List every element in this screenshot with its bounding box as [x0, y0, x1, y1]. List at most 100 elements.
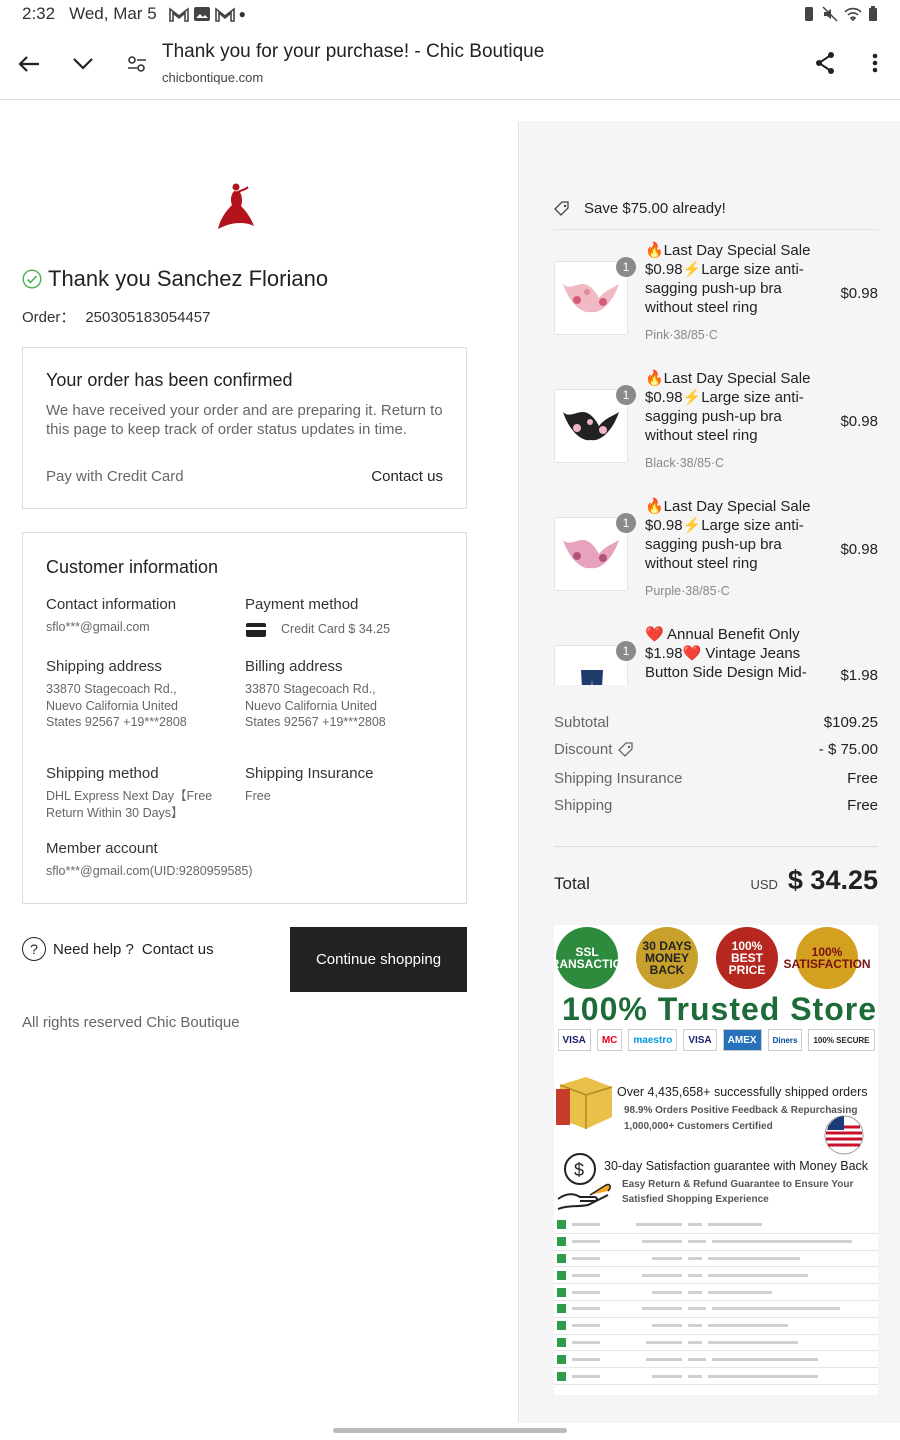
insurance-label: Shipping Insurance	[554, 770, 683, 787]
money-back-seal-icon: 30 DAYS MONEY BACK	[636, 927, 698, 989]
tag-icon	[554, 200, 569, 216]
product-price: $0.98	[840, 285, 878, 302]
check-circle-icon	[22, 269, 42, 289]
insurance-row: Shipping Insurance Free	[554, 770, 878, 787]
tag-icon	[618, 741, 634, 757]
product-variant: Black·38/85·C	[645, 456, 725, 470]
product-title: 🔥Last Day Special Sale $0.98⚡Large size …	[645, 498, 811, 572]
date: Wed, Mar 5	[69, 4, 157, 23]
customer-info-card: Customer information Contact information…	[22, 532, 467, 904]
share-button[interactable]	[798, 36, 852, 90]
order-ledger-image	[554, 1217, 878, 1385]
gesture-handle[interactable]	[333, 1428, 567, 1433]
continue-shopping-button[interactable]: Continue shopping	[290, 927, 467, 992]
refund-text: Easy Return & Refund Guarantee to Ensure…	[622, 1179, 854, 1190]
vibrate-icon	[805, 7, 813, 21]
battery-icon	[869, 6, 877, 21]
product-title: 🔥Last Day Special Sale $0.98⚡Large size …	[645, 370, 811, 444]
cart-item[interactable]: 1 🔥Last Day Special Sale $0.98⚡Large siz…	[554, 497, 878, 607]
need-help-text: Need help ?	[53, 940, 134, 958]
secure-icon: 100% SECURE	[808, 1029, 875, 1051]
notification-icons: ●	[168, 6, 246, 22]
shipping-address: Shipping address 33870 Stagecoach Rd., N…	[46, 658, 236, 731]
system-icons	[802, 6, 878, 22]
product-price: $0.98	[840, 541, 878, 558]
product-title: 🔥Last Day Special Sale $0.98⚡Large size …	[645, 242, 811, 316]
discount-value: - $ 75.00	[818, 741, 878, 758]
divider	[554, 229, 878, 230]
site-settings-button[interactable]	[110, 37, 164, 91]
shipping-label: Shipping	[554, 797, 613, 814]
pay-with-text: Pay with Credit Card	[46, 468, 184, 485]
ledger-row	[554, 1318, 878, 1335]
member-account-label: Member account	[46, 840, 158, 857]
shipping-insurance-value: Free	[245, 789, 271, 803]
subtotal-value: $109.25	[823, 714, 878, 731]
cart-item[interactable]: 1 🔥Last Day Special Sale $0.98⚡Large siz…	[554, 241, 878, 351]
visa-icon: VISA	[683, 1029, 717, 1051]
confirmed-body: We have received your order and are prep…	[46, 402, 443, 438]
dancer-logo-icon	[218, 183, 254, 229]
photo-icon	[193, 7, 210, 21]
mastercard-icon: MC	[596, 1029, 623, 1051]
discount-label: Discount	[554, 741, 613, 758]
subtotal-label: Subtotal	[554, 714, 610, 731]
order-value: 250305183054457	[85, 309, 211, 326]
thanks-heading: Thank you Sanchez Floriano	[22, 266, 328, 292]
total-label: Total	[554, 874, 590, 893]
clock: 2:32	[22, 4, 56, 23]
customer-info-title: Customer information	[46, 557, 219, 577]
page-title: Thank you for your purchase! - Chic Bout…	[162, 41, 545, 62]
visa-icon: VISA	[557, 1029, 591, 1051]
ledger-row	[554, 1251, 878, 1268]
quantity-badge: 1	[616, 257, 636, 277]
maestro-icon: maestro	[628, 1029, 678, 1051]
more-options-button[interactable]	[848, 36, 900, 90]
shipping-value: Free	[847, 797, 878, 814]
wifi-icon	[844, 7, 862, 22]
cart-item[interactable]: 1 🔥Last Day Special Sale $0.98⚡Large siz…	[554, 369, 878, 479]
help-contact-link[interactable]: Contact us	[142, 941, 214, 958]
shipping-address-label: Shipping address	[46, 658, 162, 675]
help-row: ? Need help ? Contact us	[22, 937, 214, 961]
contact-info-label: Contact information	[46, 596, 177, 613]
page-url[interactable]: chicbontique.com	[162, 70, 263, 85]
divider	[554, 846, 878, 847]
payment-method-value: Credit Card $ 34.25	[281, 622, 391, 636]
trusted-store-headline: 100% Trusted Store	[562, 991, 877, 1027]
billing-address-label: Billing address	[245, 658, 343, 675]
back-button[interactable]	[2, 37, 56, 91]
feedback-text: 98.9% Orders Positive Feedback & Repurch…	[624, 1105, 858, 1116]
ledger-row	[554, 1267, 878, 1285]
copyright-text: All rights reserved Chic Boutique	[22, 1014, 240, 1031]
order-summary: Save $75.00 already! 1 🔥Last Day Special…	[518, 121, 900, 1423]
svg-text:$: $	[574, 1160, 584, 1180]
arrow-left-icon	[18, 55, 39, 72]
confirmed-title: Your order has been confirmed	[46, 370, 293, 390]
amex-icon: AMEX	[722, 1029, 762, 1051]
more-dot-icon: ●	[238, 7, 246, 21]
quantity-badge: 1	[616, 385, 636, 405]
diners-icon: Diners	[767, 1029, 803, 1051]
order-details: Thank you Sanchez Floriano Order： 2503051…	[0, 101, 518, 1423]
gmail-icon	[168, 7, 189, 22]
cart-item[interactable]: 1 ❤️ Annual Benefit Only $1.98❤️ Vintage…	[554, 625, 878, 685]
payment-method-label: Payment method	[245, 596, 359, 613]
shipping-insurance: Shipping Insurance Free	[245, 765, 435, 805]
ledger-row	[554, 1234, 878, 1251]
member-account: Member account sflo***@gmail.com(UID:928…	[46, 840, 346, 880]
member-account-value: sflo***@gmail.com(UID:9280959585)	[46, 864, 253, 878]
store-logo[interactable]	[214, 181, 258, 238]
product-price: $1.98	[840, 667, 878, 684]
contact-us-link[interactable]: Contact us	[371, 468, 443, 485]
tune-icon	[128, 55, 146, 72]
gmail-icon	[214, 7, 235, 22]
shipping-insurance-label: Shipping Insurance	[245, 765, 374, 782]
status-bar: 2:32 Wed, Mar 5 ●	[0, 0, 900, 28]
satisfaction-seal-icon: 100% SATISFACTION	[783, 927, 871, 989]
best-price-seal-icon: 100% BEST PRICE	[716, 927, 778, 989]
currency-code: USD	[750, 877, 778, 892]
collapse-button[interactable]	[56, 37, 110, 91]
quantity-badge: 1	[616, 513, 636, 533]
order-number: Order： 250305183054457	[22, 306, 210, 327]
